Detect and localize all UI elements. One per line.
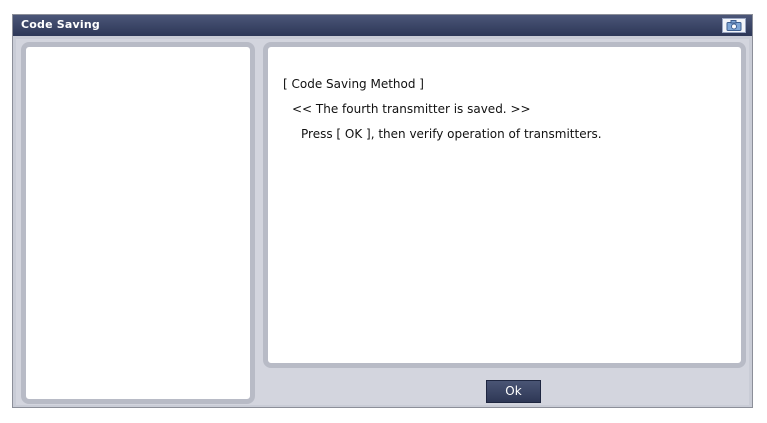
method-title: [ Code Saving Method ] — [283, 77, 424, 91]
camera-icon — [726, 20, 742, 31]
instruction-text: Press [ OK ], then verify operation of t… — [301, 127, 602, 141]
message-panel: [ Code Saving Method ] << The fourth tra… — [263, 42, 746, 368]
content-area: [ Code Saving Method ] << The fourth tra… — [16, 39, 749, 405]
title-bar: Code Saving — [13, 15, 752, 36]
left-panel — [21, 42, 255, 404]
code-saving-window: Code Saving [ Code Saving Method ] << Th… — [12, 14, 753, 408]
saved-status-text: << The fourth transmitter is saved. >> — [292, 102, 531, 116]
window-title: Code Saving — [21, 18, 100, 31]
screenshot-button[interactable] — [722, 18, 746, 33]
ok-button[interactable]: Ok — [486, 380, 541, 403]
